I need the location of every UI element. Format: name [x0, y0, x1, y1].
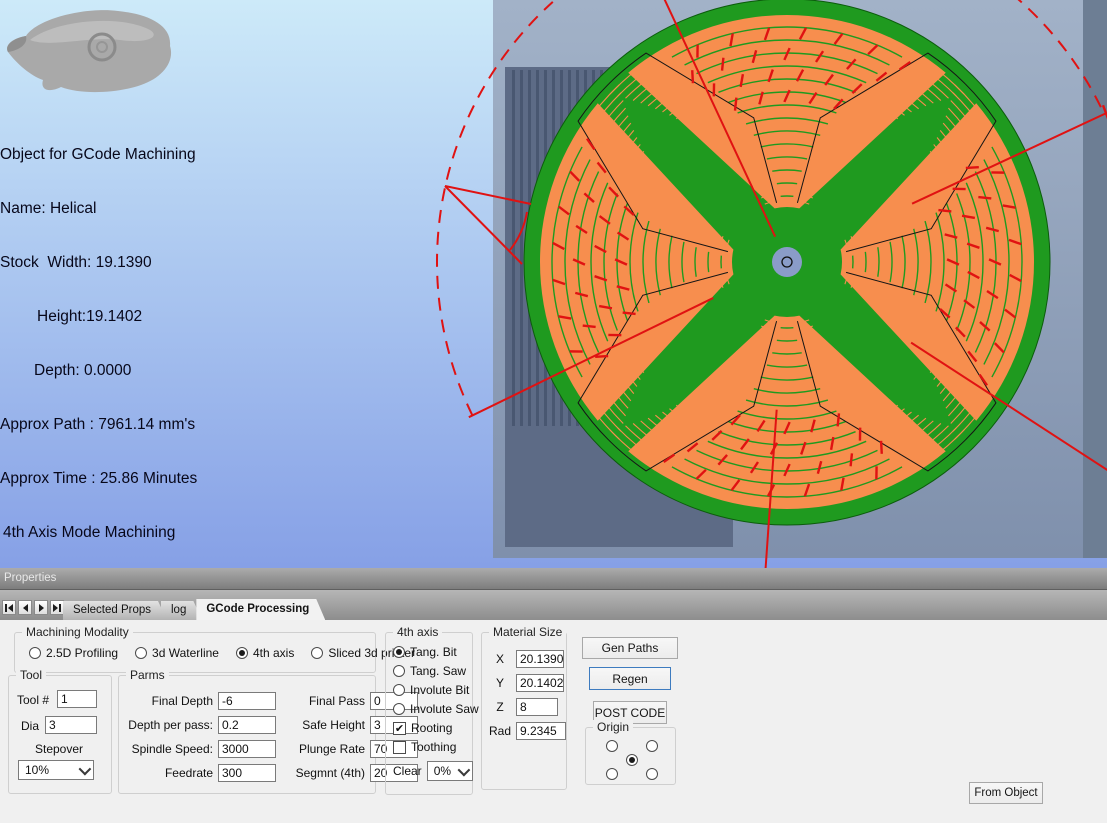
spindle-speed-input[interactable] [218, 740, 276, 758]
info-line: Approx Path : 7961.14 mm's [0, 416, 300, 434]
radio-tang-saw[interactable]: Tang. Saw [393, 664, 479, 678]
scroll-prev-icon [23, 604, 28, 612]
regen-button[interactable]: Regen [589, 667, 671, 690]
origin-group: Origin [585, 727, 676, 785]
radio-involute-saw[interactable]: Involute Saw [393, 702, 479, 716]
tab-scroll-controls [2, 600, 64, 615]
gcode-processing-panel: Machining Modality 2.5D Profiling 3d Wat… [0, 620, 1107, 823]
final-depth-input[interactable] [218, 692, 276, 710]
properties-title: Properties [4, 572, 56, 584]
info-line: Height:19.1402 [0, 308, 300, 326]
depth-per-pass-input[interactable] [218, 716, 276, 734]
viewport-3d[interactable]: Object for GCode Machining Name: Helical… [0, 0, 1107, 568]
plunge-rate-label: Plunge Rate [281, 742, 365, 756]
tool-number-label: Tool # [17, 693, 49, 707]
radio-tang-bit[interactable]: Tang. Bit [393, 645, 479, 659]
scroll-first-icon [5, 604, 7, 612]
radio-4th-axis[interactable]: 4th axis [236, 646, 294, 660]
scroll-last-icon [53, 604, 58, 612]
stepover-select[interactable]: 10% [18, 760, 94, 780]
material-rad-input[interactable] [516, 722, 566, 740]
properties-title-bar[interactable]: Properties [0, 568, 1107, 590]
z-label: Z [486, 700, 514, 714]
gen-paths-button[interactable]: Gen Paths [582, 637, 678, 659]
rad-label: Rad [486, 724, 514, 738]
tab-log[interactable]: log [161, 601, 202, 620]
radio-3d-waterline[interactable]: 3d Waterline [135, 646, 219, 660]
info-line: Approx Time : 25.86 Minutes [0, 470, 300, 488]
scroll-prev-button[interactable] [18, 600, 32, 615]
safe-height-label: Safe Height [281, 718, 365, 732]
tab-strip: Selected Props log GCode Processing [0, 590, 1107, 620]
spindle-speed-label: Spindle Speed: [121, 742, 213, 756]
radio-involute-bit[interactable]: Involute Bit [393, 683, 479, 697]
info-line: Name: Helical [0, 200, 300, 218]
tab-selected-props[interactable]: Selected Props [63, 601, 167, 620]
parms-group: Parms Final Depth Final Pass Depth per p… [118, 675, 376, 794]
origin-center-radio[interactable] [626, 754, 638, 766]
scroll-first-button[interactable] [2, 600, 16, 615]
stepover-label: Stepover [35, 742, 83, 756]
feedrate-label: Feedrate [121, 766, 213, 780]
checkmark-icon: ✔ [393, 722, 406, 735]
info-line: 4th Axis Mode Machining [0, 524, 300, 542]
application-window: Object for GCode Machining Name: Helical… [0, 0, 1107, 823]
from-object-button[interactable]: From Object [969, 782, 1043, 804]
tab-gcode-processing[interactable]: GCode Processing [196, 599, 325, 620]
origin-bottom-right-radio[interactable] [646, 768, 658, 780]
info-line: Object for GCode Machining [0, 146, 300, 164]
clear-label: Clear [393, 764, 422, 778]
gear-toolpath-render [524, 0, 1050, 525]
clear-select[interactable]: 0% [427, 761, 473, 781]
tab-bar: Selected Props log GCode Processing [63, 601, 319, 620]
dropdown-chevron-icon [457, 763, 470, 776]
dropdown-chevron-icon [79, 762, 92, 775]
origin-top-left-radio[interactable] [606, 740, 618, 752]
checkbox-toothing[interactable]: Toothing [393, 740, 479, 754]
origin-top-right-radio[interactable] [646, 740, 658, 752]
machining-modality-group: Machining Modality 2.5D Profiling 3d Wat… [14, 632, 376, 673]
feedrate-input[interactable] [218, 764, 276, 782]
info-line: Stock Width: 19.1390 [0, 254, 300, 272]
material-z-input[interactable] [516, 698, 558, 716]
dia-input[interactable] [45, 716, 97, 734]
info-line: Depth: 0.0000 [0, 362, 300, 380]
origin-bottom-left-radio[interactable] [606, 768, 618, 780]
material-y-input[interactable] [516, 674, 564, 692]
final-pass-label: Final Pass [281, 694, 365, 708]
depth-per-pass-label: Depth per pass: [121, 718, 213, 732]
tool-group: Tool Tool # Dia Stepover 10% [8, 675, 112, 794]
material-size-group: Material Size X Y Z Rad From Object [481, 632, 567, 790]
material-x-input[interactable] [516, 650, 564, 668]
dia-label: Dia [21, 719, 39, 733]
x-label: X [486, 652, 514, 666]
scroll-next-button[interactable] [34, 600, 48, 615]
4th-axis-group: 4th axis Tang. Bit Tang. Saw Involute Bi… [385, 632, 473, 795]
machining-info-block: Object for GCode Machining Name: Helical… [0, 110, 300, 568]
scroll-next-icon [39, 604, 44, 612]
y-label: Y [486, 676, 514, 690]
tool-number-input[interactable] [57, 690, 97, 708]
radio-25d-profiling[interactable]: 2.5D Profiling [29, 646, 118, 660]
scroll-last-button[interactable] [50, 600, 64, 615]
segmnt-4th-label: Segmnt (4th) [281, 766, 365, 780]
final-depth-label: Final Depth [121, 694, 213, 708]
checkbox-rooting[interactable]: ✔Rooting [393, 721, 479, 735]
group-label: Machining Modality [22, 625, 133, 639]
